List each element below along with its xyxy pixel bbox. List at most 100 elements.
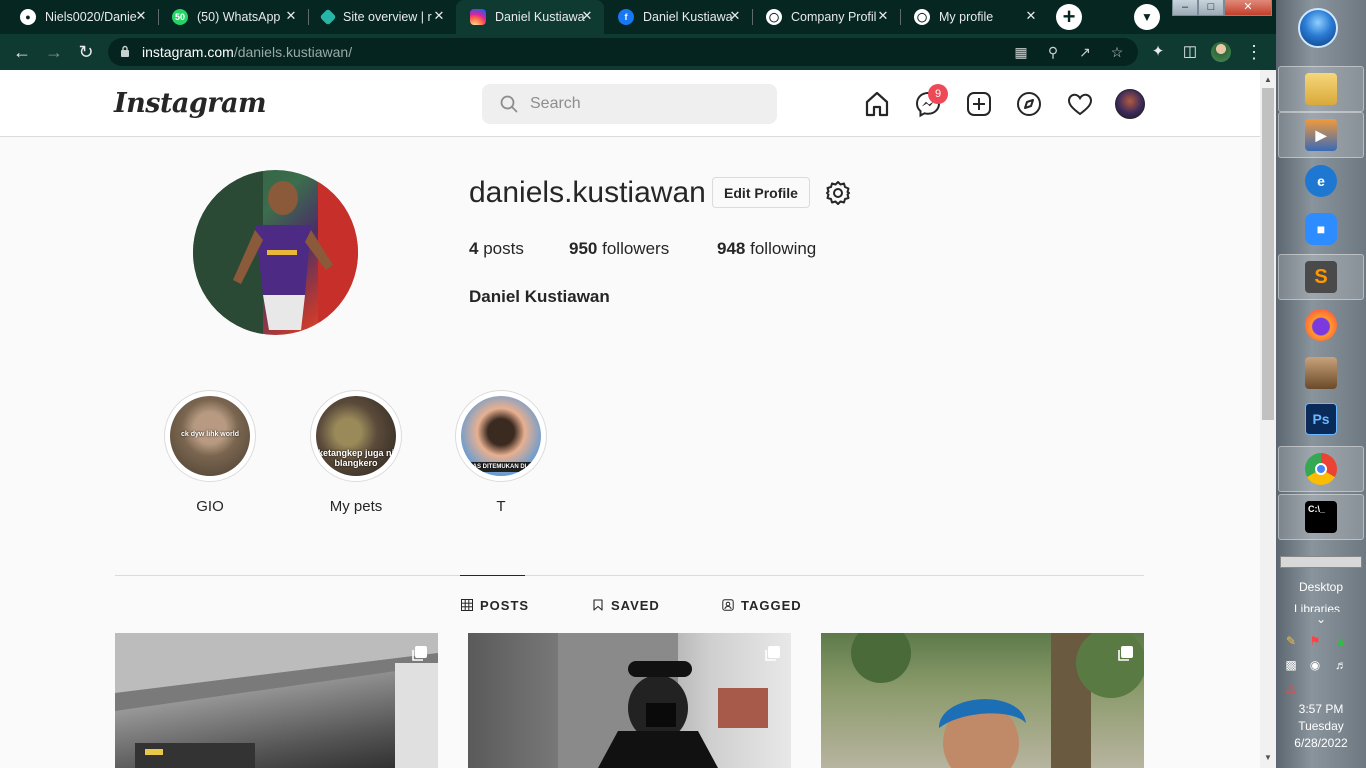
tray-flag-icon[interactable]: ⚑ bbox=[1308, 634, 1322, 648]
cmd-icon: C:\_ bbox=[1305, 501, 1337, 533]
github-icon: ● bbox=[20, 9, 36, 25]
highlight-my-pets[interactable]: ketangkep juga ni blangkero My pets bbox=[310, 390, 402, 515]
address-bar[interactable]: instagram.com/daniels.kustiawan/ ▦ ⚲ ↗ ☆ bbox=[108, 38, 1138, 66]
followers-stat[interactable]: 950 followers bbox=[569, 239, 669, 259]
globe-icon: ◯ bbox=[766, 9, 782, 25]
settings-gear-icon[interactable] bbox=[824, 179, 852, 207]
side-panel-icon[interactable]: ◫ bbox=[1180, 42, 1200, 62]
tray-pen-icon[interactable]: ✎ bbox=[1284, 634, 1298, 648]
share-icon[interactable]: ↗ bbox=[1076, 43, 1094, 61]
start-button[interactable] bbox=[1298, 8, 1338, 48]
page-scrollbar[interactable]: ▲ ▼ bbox=[1260, 70, 1276, 768]
back-icon[interactable]: ← bbox=[12, 42, 32, 62]
close-tab-icon[interactable]: ✕ bbox=[1024, 9, 1038, 23]
menu-kebab-icon[interactable]: ⋮ bbox=[1244, 42, 1264, 62]
highlight-cover: LEAS DITEMUKAN DI GU bbox=[461, 396, 541, 476]
close-tab-icon[interactable]: ✕ bbox=[284, 9, 298, 23]
new-post-icon[interactable] bbox=[965, 90, 993, 118]
signal-icon[interactable]: ▩ bbox=[1284, 658, 1298, 672]
close-tab-icon[interactable]: ✕ bbox=[432, 9, 446, 23]
internet-explorer-icon: e bbox=[1305, 165, 1337, 197]
home-icon[interactable] bbox=[863, 90, 891, 118]
taskbar-scrollbar[interactable] bbox=[1280, 556, 1362, 568]
bookmark-star-icon[interactable]: ☆ bbox=[1108, 43, 1126, 61]
following-stat[interactable]: 948 following bbox=[717, 239, 816, 259]
clock-time[interactable]: 3:57 PM bbox=[1276, 702, 1366, 716]
tab-github[interactable]: ● Niels0020/Danie ✕ bbox=[6, 0, 158, 34]
tab-tagged[interactable]: TAGGED bbox=[722, 597, 802, 613]
post-thumbnail[interactable] bbox=[821, 633, 1144, 768]
tab-facebook[interactable]: f Daniel Kustiawa ✕ bbox=[604, 0, 752, 34]
tab-posts[interactable]: POSTS bbox=[461, 597, 529, 613]
close-tab-icon[interactable]: ✕ bbox=[728, 9, 742, 23]
highlight-t[interactable]: LEAS DITEMUKAN DI GU T bbox=[455, 390, 547, 515]
highlight-label: My pets bbox=[329, 498, 383, 515]
minimize-button[interactable]: – bbox=[1172, 0, 1198, 16]
tab-company-profile[interactable]: ◯ Company Profil ✕ bbox=[752, 0, 900, 34]
highlight-overlay-text: ketangkep juga ni blangkero bbox=[317, 448, 395, 468]
profile-avatar-icon[interactable] bbox=[1211, 42, 1231, 62]
extensions-icon[interactable]: ✦ bbox=[1148, 42, 1168, 62]
taskbar-app-cmd[interactable]: C:\_ bbox=[1278, 494, 1364, 540]
following-label: following bbox=[750, 239, 817, 258]
new-tab-button[interactable]: + bbox=[1056, 4, 1082, 30]
tray-drive-icon[interactable]: ▲ bbox=[1334, 634, 1348, 648]
posts-count: 4 bbox=[469, 239, 479, 258]
tray-app-icon[interactable]: ◉ bbox=[1308, 658, 1322, 672]
post-thumbnail[interactable] bbox=[468, 633, 791, 768]
lock-icon[interactable] bbox=[120, 45, 130, 57]
taskbar-app-media-player[interactable]: ▶ bbox=[1278, 112, 1364, 158]
taskbar-app-chrome[interactable] bbox=[1278, 446, 1364, 492]
scroll-up-arrow[interactable]: ▲ bbox=[1264, 76, 1272, 84]
tab-search-button[interactable]: ▼ bbox=[1134, 4, 1160, 30]
activity-heart-icon[interactable] bbox=[1066, 90, 1094, 118]
taskbar-app-photoshop[interactable]: Ps bbox=[1278, 396, 1364, 442]
taskbar-app-game[interactable] bbox=[1278, 350, 1364, 396]
tray-alert-icon[interactable]: ⚠ bbox=[1284, 682, 1298, 696]
explore-icon[interactable] bbox=[1015, 90, 1043, 118]
close-tab-icon[interactable]: ✕ bbox=[876, 9, 890, 23]
edit-profile-button[interactable]: Edit Profile bbox=[712, 177, 810, 208]
volume-icon[interactable]: ♬ bbox=[1334, 658, 1348, 672]
translate-icon[interactable]: ▦ bbox=[1012, 43, 1030, 61]
maximize-button[interactable]: □ bbox=[1198, 0, 1224, 16]
forward-icon[interactable]: → bbox=[44, 42, 64, 62]
profile-picture[interactable] bbox=[193, 170, 358, 335]
following-count: 948 bbox=[717, 239, 746, 258]
profile-username: daniels.kustiawan bbox=[469, 176, 706, 209]
close-window-button[interactable]: ✕ bbox=[1224, 0, 1272, 16]
search-box[interactable] bbox=[482, 84, 777, 124]
taskbar-app-zoom[interactable]: ■ bbox=[1278, 206, 1364, 252]
scroll-down-arrow[interactable]: ▼ bbox=[1264, 754, 1272, 762]
taskbar-app-internet-explorer[interactable]: e bbox=[1278, 158, 1364, 204]
profile-avatar[interactable] bbox=[1115, 89, 1145, 119]
desktop-toolbar-label[interactable]: Desktop bbox=[1276, 580, 1366, 594]
tab-my-profile[interactable]: ◯ My profile ✕ bbox=[900, 0, 1048, 34]
tab-whatsapp[interactable]: 50 (50) WhatsApp ✕ bbox=[158, 0, 308, 34]
post-thumbnail[interactable] bbox=[115, 633, 438, 768]
url-text: instagram.com/daniels.kustiawan/ bbox=[142, 44, 353, 60]
tab-instagram[interactable]: Daniel Kustiawa ✕ bbox=[456, 0, 604, 34]
libraries-label[interactable]: Libraries bbox=[1294, 602, 1340, 612]
instagram-icon bbox=[470, 9, 486, 25]
highlight-gio[interactable]: ck dyw lihk world GIO bbox=[164, 390, 256, 515]
tab-saved[interactable]: SAVED bbox=[592, 597, 660, 613]
clock-day[interactable]: Tuesday bbox=[1276, 719, 1366, 733]
chrome-icon bbox=[1305, 453, 1337, 485]
scrollbar-thumb[interactable] bbox=[1262, 88, 1274, 420]
tab-netlify[interactable]: Site overview | r ✕ bbox=[308, 0, 456, 34]
chevron-down-icon[interactable]: ⌄ bbox=[1314, 612, 1328, 626]
close-tab-icon[interactable]: ✕ bbox=[134, 9, 148, 23]
clock-date[interactable]: 6/28/2022 bbox=[1276, 736, 1366, 750]
facebook-icon: f bbox=[618, 9, 634, 25]
search-input[interactable] bbox=[530, 92, 760, 116]
taskbar-app-explorer[interactable] bbox=[1278, 66, 1364, 112]
zoom-icon[interactable]: ⚲ bbox=[1044, 43, 1062, 61]
tab-tagged-label: TAGGED bbox=[741, 597, 802, 613]
reload-icon[interactable]: ↻ bbox=[76, 42, 96, 62]
close-tab-icon[interactable]: ✕ bbox=[580, 9, 594, 23]
taskbar-app-sublime[interactable]: S bbox=[1278, 254, 1364, 300]
instagram-logo[interactable]: Instagram bbox=[114, 88, 267, 119]
followers-label: followers bbox=[602, 239, 670, 258]
taskbar-app-firefox[interactable] bbox=[1278, 302, 1364, 348]
